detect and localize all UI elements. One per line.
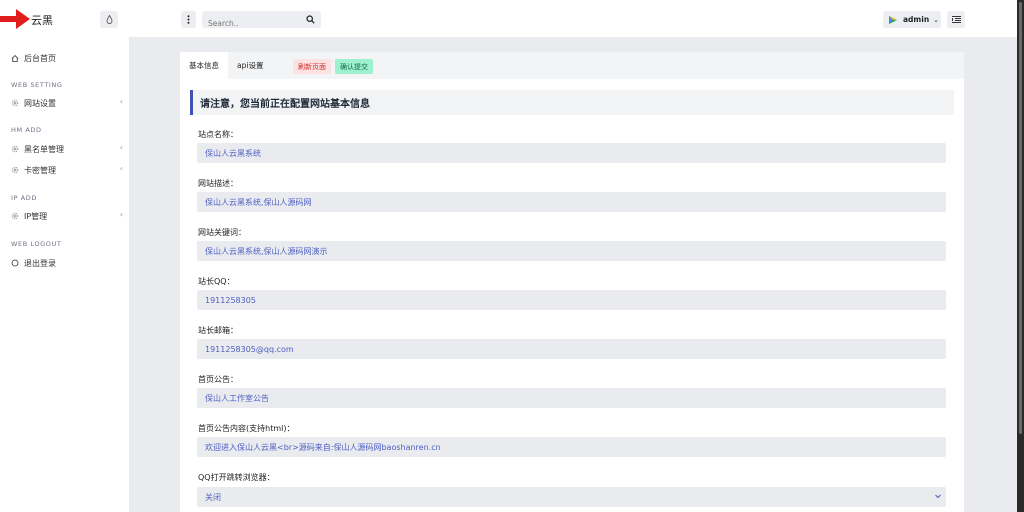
search-input[interactable] [202,15,302,32]
sidebar-item-label: IP管理 [24,211,48,221]
app-window: 云黑 后台首页 WEB SETTING 网站设置 ‹ HM ADD 黑名单管理 … [0,0,1017,512]
search-icon[interactable] [306,15,315,24]
gear-icon [11,166,19,174]
refresh-button[interactable]: 刷新页面 [293,59,331,74]
admin-qq-field[interactable]: 1911258305 [197,290,946,310]
section-heading-web-setting: WEB SETTING [11,81,63,89]
side-panel-button[interactable] [947,11,965,28]
gear-icon [11,99,19,107]
gear-icon [11,145,19,153]
user-menu-button[interactable]: admin ⌄ [883,11,941,28]
sidebar-item-label: 网站设置 [24,98,56,108]
section-heading-web-logout: WEB LOGOUT [11,240,62,248]
announcement-field[interactable]: 保山人工作室公告 [197,388,946,408]
sidebar-item-label: 退出登录 [24,258,56,268]
top-bar: admin ⌄ [129,0,1017,37]
sidebar-item-home[interactable]: 后台首页 [11,51,123,65]
qq-redirect-select[interactable]: 关闭 [197,487,946,507]
chevron-left-icon: ‹ [119,97,123,106]
sidebar-item-label: 黑名单管理 [24,144,64,154]
avatar-icon [889,15,897,24]
tab-basic-info[interactable]: 基本信息 [180,52,228,79]
submit-button[interactable]: 确认提交 [335,59,373,74]
sidebar-item-logout[interactable]: 退出登录 [11,256,123,270]
arrow-right-icon [0,9,30,29]
admin-email-field[interactable]: 1911258305@qq.com [197,339,946,359]
power-icon [11,259,19,267]
menu-button[interactable] [181,11,196,28]
brand: 云黑 [0,0,129,37]
chevron-down-icon: ⌄ [933,15,940,24]
gear-icon [11,212,19,220]
site-name-label: 站点名称： [198,130,238,139]
sidebar-item-label: 卡密管理 [24,165,56,175]
sidebar-item-ip[interactable]: IP管理 ‹ [11,209,123,223]
site-keywords-field[interactable]: 保山人云黑系统,保山人源码网演示 [197,241,946,261]
username: admin [903,15,930,24]
home-icon [11,54,19,62]
vertical-dots-icon [187,15,190,24]
admin-email-label: 站长邮箱： [198,326,238,335]
announcement-label: 首页公告： [198,375,238,384]
theme-toggle-button[interactable] [100,11,118,28]
scrollbar-thumb[interactable] [1019,2,1022,434]
announcement-content-field[interactable]: 欢迎进入保山人云黑<br>源码来自:保山人源码网baoshanren.cn [197,437,946,457]
sidebar-item-site-settings[interactable]: 网站设置 ‹ [11,96,123,110]
chevron-left-icon: ‹ [119,143,123,152]
search-box [202,11,321,32]
qq-redirect-value: 关闭 [205,492,221,502]
admin-qq-label: 站长QQ： [198,277,235,286]
section-heading-ip-add: IP ADD [11,194,37,202]
droplet-icon [106,15,112,24]
settings-card: 基本信息 api设置 刷新页面 确认提交 请注意，您当前正在配置网站基本信息 站… [180,52,964,512]
site-name-field[interactable]: 保山人云黑系统 [197,143,946,163]
qq-redirect-label: QQ打开跳转浏览器： [198,473,275,482]
site-description-label: 网站描述： [198,179,238,188]
chevron-left-icon: ‹ [119,164,123,173]
panel-icon [951,16,961,23]
sidebar-item-card-keys[interactable]: 卡密管理 ‹ [11,163,123,177]
tab-api-settings[interactable]: api设置 [237,52,263,79]
tab-bar: 基本信息 api设置 刷新页面 确认提交 [180,52,964,79]
brand-name: 云黑 [31,14,53,27]
site-description-field[interactable]: 保山人云黑系统,保山人源码网 [197,192,946,212]
site-keywords-label: 网站关键词： [198,228,246,237]
chevron-left-icon: ‹ [119,210,123,219]
section-heading-hm-add: HM ADD [11,126,42,134]
chevron-down-icon [935,494,941,499]
announcement-content-label: 首页公告内容(支持html)： [198,424,295,433]
vertical-scrollbar[interactable] [1017,0,1024,512]
sidebar-item-label: 后台首页 [24,53,56,63]
sidebar-item-blacklist[interactable]: 黑名单管理 ‹ [11,142,123,156]
sidebar: 云黑 后台首页 WEB SETTING 网站设置 ‹ HM ADD 黑名单管理 … [0,0,129,512]
notice-banner: 请注意，您当前正在配置网站基本信息 [190,90,954,115]
